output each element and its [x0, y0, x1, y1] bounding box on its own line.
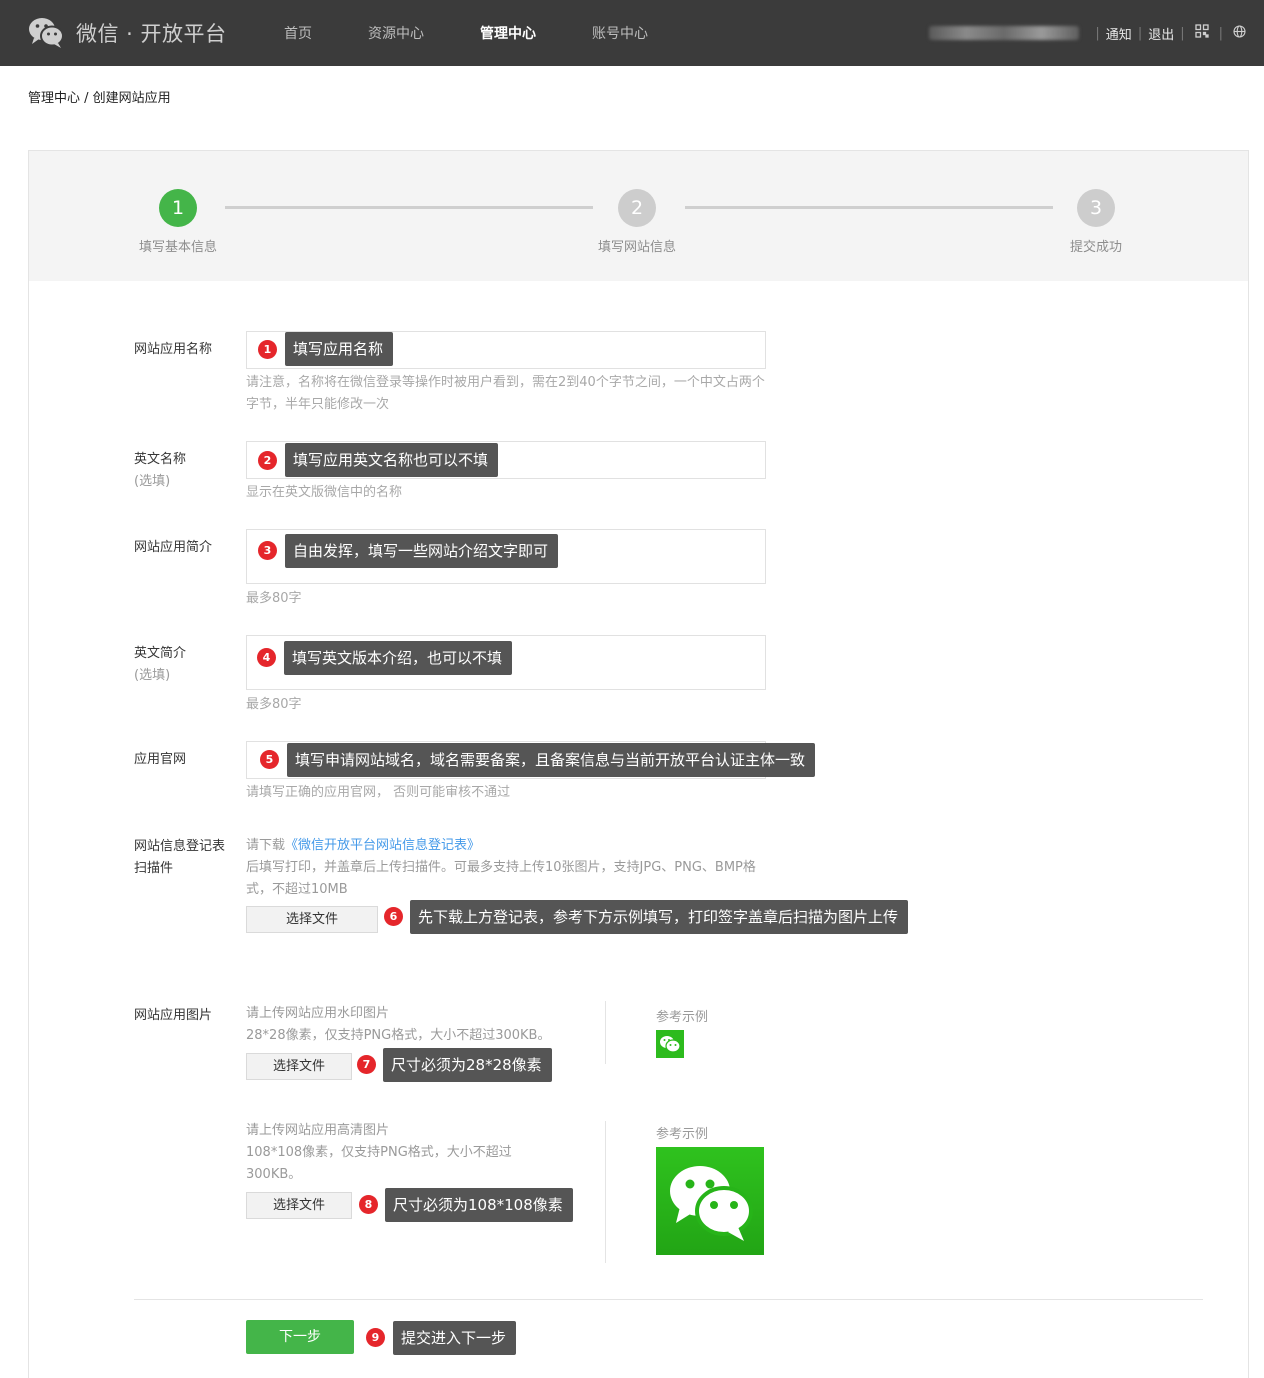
register-form-download-link[interactable]: 《微信开放平台网站信息登记表》	[285, 838, 480, 853]
breadcrumb: 管理中心 / 创建网站应用	[28, 87, 171, 106]
annotation-badge-9: 9	[366, 1328, 385, 1347]
logout-link[interactable]: 退出	[1148, 24, 1174, 43]
separator: |	[1137, 25, 1143, 41]
annotation-badge-2: 2	[258, 451, 277, 470]
step-2: 2 填写网站信息	[577, 189, 697, 255]
register-form-label-line1: 网站信息登记表	[134, 839, 226, 854]
logo[interactable]: 微信 · 开放平台	[28, 17, 227, 49]
step-circle-3: 3	[1077, 189, 1115, 227]
website-hint: 请填写正确的应用官网， 否则可能审核不通过	[246, 785, 511, 800]
en-intro-label: 英文简介 (选填)	[134, 643, 186, 687]
small-image-title: 请上传网站应用水印图片	[246, 1006, 390, 1021]
en-intro-optional: (选填)	[134, 668, 171, 683]
user-name-blurred[interactable]	[929, 26, 1080, 40]
small-wechat-example-icon	[656, 1030, 684, 1058]
form-divider	[134, 1299, 1203, 1300]
large-image-desc: 108*108像素，仅支持PNG格式，大小不超过300KB。	[246, 1145, 512, 1182]
wechat-logo-icon	[28, 17, 64, 49]
step-label-1: 填写基本信息	[138, 240, 217, 255]
small-ref-title: 参考示例	[656, 1010, 709, 1025]
nav-resources[interactable]: 资源中心	[346, 0, 446, 66]
annotation-badge-5: 5	[260, 750, 279, 769]
app-image-label: 网站应用图片	[134, 1008, 213, 1023]
annotation-tip-3: 自由发挥，填写一些网站介绍文字即可	[285, 534, 559, 568]
register-form-upload-button[interactable]: 选择文件	[246, 906, 378, 933]
annotation-tip-6: 先下载上方登记表，参考下方示例填写，打印签字盖章后扫描为图片上传	[410, 900, 909, 934]
breadcrumb-text[interactable]: 管理中心 / 创建网站应用	[28, 91, 171, 106]
app-name-hint: 请注意，名称将在微信登录等操作时被用户看到，需在2到40个字节之间，一个中文占两…	[246, 375, 765, 412]
annotation-tip-9: 提交进入下一步	[393, 1321, 517, 1355]
register-form-hint-rest: 后填写打印，并盖章后上传扫描件。可最多支持上传10张图片，支持JPG、PNG、B…	[246, 860, 756, 897]
annotation-badge-6: 6	[384, 907, 403, 926]
step-line	[685, 206, 1053, 209]
en-name-optional: (选填)	[134, 474, 171, 489]
register-form-label: 网站信息登记表 扫描件	[134, 836, 225, 880]
separator: |	[1095, 25, 1100, 41]
large-image-title: 请上传网站应用高清图片	[246, 1123, 390, 1138]
main-nav: 首页 资源中心 管理中心 账号中心	[262, 0, 682, 66]
divider-vertical	[605, 1001, 606, 1064]
top-navbar: 微信 · 开放平台 首页 资源中心 管理中心 账号中心 | 通知 | 退出 | …	[0, 0, 1264, 66]
annotation-tip-1: 填写应用名称	[285, 332, 394, 366]
step-circle-1: 1	[159, 189, 197, 227]
intro-hint: 最多80字	[246, 591, 302, 606]
annotation-badge-1: 1	[258, 340, 277, 359]
step-label-2: 填写网站信息	[597, 240, 676, 255]
intro-label: 网站应用简介	[134, 540, 213, 555]
step-circle-2: 2	[618, 189, 656, 227]
website-label: 应用官网	[134, 752, 187, 767]
annotation-badge-4: 4	[257, 648, 276, 667]
app-name-label: 网站应用名称	[134, 342, 213, 357]
steps-progress: 1 填写基本信息 2 填写网站信息 3 提交成功	[29, 151, 1248, 281]
annotation-tip-2: 填写应用英文名称也可以不填	[285, 443, 499, 477]
large-wechat-example-icon	[656, 1147, 764, 1255]
annotation-badge-7: 7	[357, 1055, 376, 1074]
step-line	[225, 206, 593, 209]
large-image-upload-button[interactable]: 选择文件	[246, 1192, 352, 1219]
annotation-badge-3: 3	[258, 541, 277, 560]
top-right-actions: | 通知 | 退出 | |	[929, 0, 1250, 66]
nav-account[interactable]: 账号中心	[570, 0, 670, 66]
annotation-badge-8: 8	[359, 1195, 378, 1214]
next-step-button[interactable]: 下一步	[246, 1320, 354, 1354]
step-label-3: 提交成功	[1069, 240, 1122, 255]
small-image-upload-button[interactable]: 选择文件	[246, 1053, 352, 1080]
annotation-tip-4: 填写英文版本介绍，也可以不填	[284, 641, 513, 675]
step-1: 1 填写基本信息	[118, 189, 238, 255]
logo-text: 微信 · 开放平台	[76, 22, 227, 46]
separator: |	[1180, 25, 1185, 41]
divider-vertical	[605, 1121, 606, 1263]
en-name-label: 英文名称 (选填)	[134, 449, 186, 493]
small-image-desc: 28*28像素，仅支持PNG格式，大小不超过300KB。	[246, 1028, 551, 1043]
annotation-tip-8: 尺寸必须为108*108像素	[385, 1188, 573, 1222]
en-intro-hint: 最多80字	[246, 697, 302, 712]
nav-management[interactable]: 管理中心	[458, 0, 558, 66]
globe-icon[interactable]	[1233, 24, 1246, 42]
form-card: 1 填写基本信息 2 填写网站信息 3 提交成功 网站应用名称 1 填写应用名称…	[28, 150, 1249, 1378]
register-form-hint: 请下载《微信开放平台网站信息登记表》 后填写打印，并盖章后上传扫描件。可最多支持…	[246, 835, 756, 901]
en-name-label-text: 英文名称	[134, 452, 187, 467]
register-form-hint-prefix: 请下载	[246, 838, 286, 853]
en-name-hint: 显示在英文版微信中的名称	[246, 485, 403, 500]
annotation-tip-5: 填写申请网站域名，域名需要备案，且备案信息与当前开放平台认证主体一致	[287, 743, 816, 777]
large-ref-title: 参考示例	[656, 1127, 709, 1142]
annotation-tip-7: 尺寸必须为28*28像素	[383, 1048, 552, 1082]
register-form-label-line2: 扫描件	[134, 861, 174, 876]
en-intro-label-text: 英文简介	[134, 646, 187, 661]
notify-link[interactable]: 通知	[1106, 24, 1132, 43]
nav-home[interactable]: 首页	[262, 0, 334, 66]
step-3: 3 提交成功	[1036, 189, 1156, 255]
separator: |	[1218, 25, 1223, 41]
qrcode-icon[interactable]	[1194, 24, 1209, 42]
